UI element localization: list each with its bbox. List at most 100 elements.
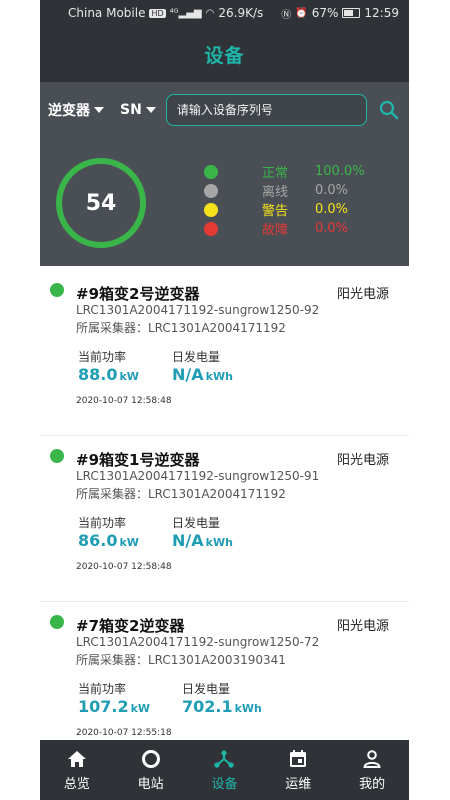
serial-search-input[interactable] (165, 94, 367, 126)
device-card[interactable]: #9箱变2号逆变器 阳光电源 LRC1301A2004171192-sungro… (40, 270, 409, 436)
signal-icon: ⁴ᴳ▂▄▆ (169, 7, 202, 19)
nav-profile[interactable]: 我的 (342, 749, 402, 792)
device-brand: 阳光电源 (336, 287, 389, 302)
nfc-icon: Ⓝ (281, 9, 292, 21)
home-icon (67, 750, 86, 767)
update-time: 2020-10-07 12:55:18 (76, 728, 172, 738)
status-dot-icon (204, 183, 218, 198)
search-field-dropdown[interactable]: SN (120, 102, 156, 118)
energy-unit: kWh (205, 370, 233, 383)
nav-label: 设备 (211, 776, 238, 792)
person-icon (363, 749, 381, 768)
legend-row-normal: 正常 100.0% (204, 162, 404, 181)
power-value: 107.2 (78, 697, 129, 716)
device-name: #9箱变1号逆变器 (76, 451, 200, 469)
caret-down-icon (94, 107, 104, 113)
power-value: 86.0 (78, 531, 118, 550)
status-dot-icon (204, 164, 218, 179)
current-power: 当前功率 86.0 kW (78, 514, 139, 550)
nav-maintenance[interactable]: 运维 (268, 749, 328, 792)
nav-device[interactable]: 设备 (194, 749, 254, 792)
title-bar: 设备 (40, 26, 409, 82)
online-status-icon (50, 615, 64, 629)
device-list: #9箱变2号逆变器 阳光电源 LRC1301A2004171192-sungro… (40, 270, 409, 740)
device-brand: 阳光电源 (336, 619, 389, 634)
battery-percent: 67% (311, 6, 339, 20)
nav-label: 电站 (137, 776, 164, 792)
circle-icon (141, 749, 160, 768)
nav-label: 我的 (359, 776, 386, 792)
power-label: 当前功率 (78, 682, 127, 696)
legend-value: 0.0% (315, 183, 349, 198)
status-bar: China Mobile HD ⁴ᴳ▂▄▆ ◠ 26.9K/s Ⓝ ⏰ 67% … (40, 0, 409, 26)
daily-energy: 日发电量 N/A kWh (172, 348, 233, 384)
alarm-icon: ⏰ (295, 7, 308, 19)
device-card[interactable]: #7箱变2逆变器 阳光电源 LRC1301A2004171192-sungrow… (40, 602, 409, 740)
energy-value: N/A (172, 531, 204, 550)
wifi-icon: ◠ (205, 7, 215, 19)
device-serial: LRC1301A2004171192-sungrow1250-92 (76, 303, 320, 317)
power-label: 当前功率 (78, 350, 127, 364)
energy-unit: kWh (205, 536, 233, 549)
hd-badge-icon: HD (149, 8, 166, 18)
battery-icon (342, 8, 361, 18)
power-unit: kW (119, 370, 139, 383)
status-dot-icon (204, 202, 218, 217)
legend-row-offline: 离线 0.0% (204, 181, 404, 200)
search-button[interactable] (377, 98, 401, 122)
device-type-dropdown[interactable]: 逆变器 (48, 100, 104, 120)
device-name: #7箱变2逆变器 (76, 617, 185, 635)
online-status-icon (50, 449, 64, 463)
device-collector: 所属采集器：LRC1301A2004171192 (76, 487, 286, 501)
legend-row-fault: 故障 0.0% (204, 219, 404, 238)
energy-unit: kWh (234, 702, 262, 715)
nav-overview[interactable]: 总览 (47, 749, 107, 792)
energy-value: N/A (172, 365, 204, 384)
legend-label: 故障 (262, 223, 289, 238)
daily-energy: 日发电量 N/A kWh (172, 514, 233, 550)
device-network-icon (214, 749, 235, 768)
energy-label: 日发电量 (172, 350, 221, 364)
legend-value: 0.0% (315, 202, 349, 217)
energy-label: 日发电量 (172, 516, 221, 530)
power-value: 88.0 (78, 365, 118, 384)
bottom-nav: 总览 电站 设备 运维 我的 (40, 740, 409, 800)
device-card[interactable]: #9箱变1号逆变器 阳光电源 LRC1301A2004171192-sungro… (40, 436, 409, 602)
network-speed: 26.9K/s (218, 6, 264, 20)
clock: 12:59 (364, 6, 399, 20)
online-status-icon (50, 283, 64, 297)
device-serial: LRC1301A2004171192-sungrow1250-72 (76, 635, 320, 649)
calendar-icon (290, 749, 307, 767)
search-field-label: SN (120, 102, 142, 118)
power-label: 当前功率 (78, 516, 127, 530)
search-icon (379, 100, 399, 120)
device-name: #9箱变2号逆变器 (76, 285, 200, 303)
nav-station[interactable]: 电站 (121, 749, 181, 792)
status-summary: 54 正常 100.0% 离线 0.0% 警告 0.0% 故障 0.0% (40, 138, 409, 266)
device-type-label: 逆变器 (48, 103, 90, 119)
caret-down-icon (145, 107, 156, 113)
legend-label: 警告 (262, 204, 289, 219)
current-power: 当前功率 88.0 kW (78, 348, 139, 384)
status-dot-icon (204, 221, 218, 236)
update-time: 2020-10-07 12:58:48 (76, 562, 172, 572)
energy-label: 日发电量 (182, 682, 231, 696)
nav-label: 运维 (285, 776, 312, 792)
device-brand: 阳光电源 (336, 453, 389, 468)
nav-label: 总览 (63, 776, 90, 792)
app-screen: China Mobile HD ⁴ᴳ▂▄▆ ◠ 26.9K/s Ⓝ ⏰ 67% … (40, 0, 409, 800)
device-collector: 所属采集器：LRC1301A2003190341 (76, 653, 286, 667)
page-title: 设备 (204, 44, 245, 67)
power-unit: kW (130, 702, 151, 715)
legend-label: 正常 (262, 166, 289, 181)
current-power: 当前功率 107.2 kW (78, 680, 150, 716)
energy-value: 702.1 (182, 697, 233, 716)
daily-energy: 日发电量 702.1 kWh (182, 680, 262, 716)
legend-row-warning: 警告 0.0% (204, 200, 404, 219)
power-unit: kW (119, 536, 139, 549)
legend-label: 离线 (262, 185, 289, 200)
legend-value: 100.0% (315, 164, 365, 179)
update-time: 2020-10-07 12:58:48 (76, 396, 172, 406)
filter-bar: 逆变器 SN (40, 82, 409, 138)
legend-value: 0.0% (315, 221, 349, 236)
